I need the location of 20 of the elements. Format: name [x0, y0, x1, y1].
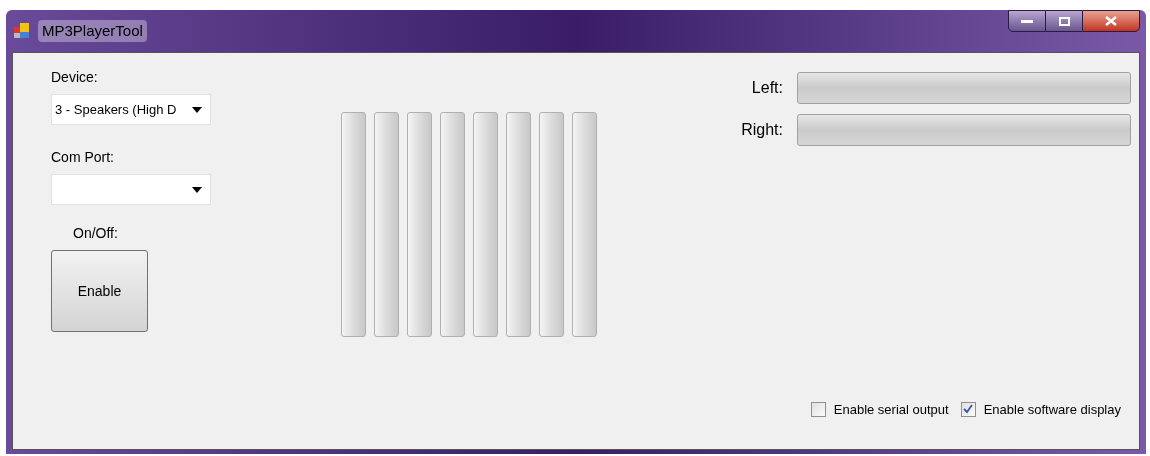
minimize-button[interactable] — [1008, 10, 1046, 32]
app-icon — [14, 23, 30, 39]
device-dropdown[interactable]: 3 - Speakers (High D — [51, 94, 211, 125]
channel-label: Right: — [741, 120, 783, 140]
checkbox-label: Enable software display — [983, 400, 1121, 419]
close-icon — [1105, 16, 1117, 26]
window-title: MP3PlayerTool — [38, 19, 147, 43]
checkbox-label: Enable serial output — [833, 400, 949, 419]
enable-button[interactable]: Enable — [51, 250, 148, 332]
device-label: Device: — [51, 68, 99, 87]
com-port-label: Com Port: — [51, 148, 115, 167]
checkbox[interactable] — [960, 401, 976, 417]
maximize-button[interactable] — [1046, 10, 1082, 32]
channel-label: Left: — [751, 78, 783, 98]
on-off-label: On/Off: — [73, 224, 119, 243]
checkmark-icon — [963, 404, 974, 415]
checkbox[interactable] — [810, 401, 826, 417]
dropdown-caret-icon — [192, 106, 202, 113]
close-button[interactable] — [1082, 10, 1140, 32]
dropdown-caret-icon — [192, 186, 202, 193]
